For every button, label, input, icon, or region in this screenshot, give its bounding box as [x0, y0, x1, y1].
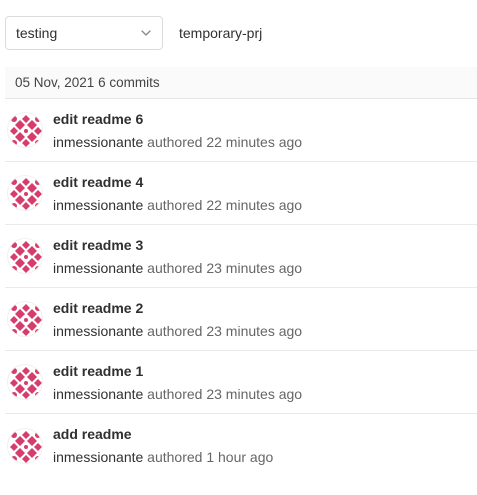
commit-action: authored: [147, 133, 203, 150]
commit-time: 22 minutes ago: [206, 133, 303, 150]
commit-info: edit readme 4 inmessionante authored 22 …: [53, 173, 302, 214]
commit-title[interactable]: edit readme 2: [53, 299, 302, 317]
commit-row: edit readme 3 inmessionante authored 23 …: [5, 225, 477, 288]
commit-meta: inmessionante authored 23 minutes ago: [53, 385, 302, 403]
commit-meta: inmessionante authored 23 minutes ago: [53, 259, 302, 277]
commit-action: authored: [147, 259, 203, 276]
commit-author[interactable]: inmessionante: [53, 197, 143, 213]
commit-row: edit readme 4 inmessionante authored 22 …: [5, 162, 477, 225]
branch-selector-value: testing: [16, 25, 58, 41]
commit-info: edit readme 2 inmessionante authored 23 …: [53, 299, 302, 340]
commit-author[interactable]: inmessionante: [53, 134, 143, 150]
commit-author[interactable]: inmessionante: [53, 449, 143, 465]
avatar[interactable]: [7, 175, 43, 211]
commit-info: edit readme 6 inmessionante authored 22 …: [53, 110, 302, 151]
avatar[interactable]: [7, 112, 43, 148]
commit-time: 23 minutes ago: [206, 322, 303, 339]
commit-action: authored: [147, 196, 203, 213]
commit-row: edit readme 1 inmessionante authored 23 …: [5, 351, 477, 414]
avatar[interactable]: [7, 427, 43, 464]
commit-meta: inmessionante authored 22 minutes ago: [53, 133, 302, 151]
commit-title[interactable]: edit readme 3: [53, 236, 302, 254]
commits-page: testing temporary-prj 05 Nov, 2021 6 com…: [0, 0, 477, 495]
commit-action: authored: [147, 385, 203, 402]
commit-time: 22 minutes ago: [206, 196, 303, 213]
commit-time: 23 minutes ago: [206, 385, 303, 402]
commit-row: add readme inmessionante authored 1 hour…: [5, 414, 477, 477]
branch-selector-dropdown[interactable]: testing: [5, 16, 163, 50]
commit-row: edit readme 2 inmessionante authored 23 …: [5, 288, 477, 351]
commit-author[interactable]: inmessionante: [53, 260, 143, 276]
commit-meta: inmessionante authored 22 minutes ago: [53, 196, 302, 214]
commit-title[interactable]: edit readme 4: [53, 173, 302, 191]
commit-time: 23 minutes ago: [206, 259, 303, 276]
commit-info: edit readme 3 inmessionante authored 23 …: [53, 236, 302, 277]
commit-action: authored: [147, 322, 203, 339]
commit-title[interactable]: edit readme 6: [53, 110, 302, 128]
commit-title[interactable]: add readme: [53, 425, 273, 443]
commit-row: edit readme 6 inmessionante authored 22 …: [5, 99, 477, 162]
avatar[interactable]: [7, 238, 43, 274]
commit-meta: inmessionante authored 23 minutes ago: [53, 322, 302, 340]
commit-meta: inmessionante authored 1 hour ago: [53, 448, 273, 466]
chevron-down-icon: [140, 27, 152, 39]
commit-author[interactable]: inmessionante: [53, 386, 143, 402]
day-header-count: 6 commits: [98, 75, 160, 90]
commit-author[interactable]: inmessionante: [53, 323, 143, 339]
top-bar: testing temporary-prj: [5, 16, 262, 50]
project-path: temporary-prj: [179, 25, 263, 41]
commit-info: edit readme 1 inmessionante authored 23 …: [53, 362, 302, 403]
avatar[interactable]: [7, 364, 43, 400]
commit-action: authored: [147, 449, 203, 465]
commit-list: edit readme 6 inmessionante authored 22 …: [5, 99, 477, 477]
day-header-date: 05 Nov, 2021: [15, 75, 95, 90]
commit-time: 1 hour ago: [206, 449, 274, 465]
avatar[interactable]: [7, 301, 43, 337]
commit-title[interactable]: edit readme 1: [53, 362, 302, 380]
commit-info: add readme inmessionante authored 1 hour…: [53, 425, 273, 466]
day-header: 05 Nov, 2021 6 commits: [5, 67, 477, 99]
